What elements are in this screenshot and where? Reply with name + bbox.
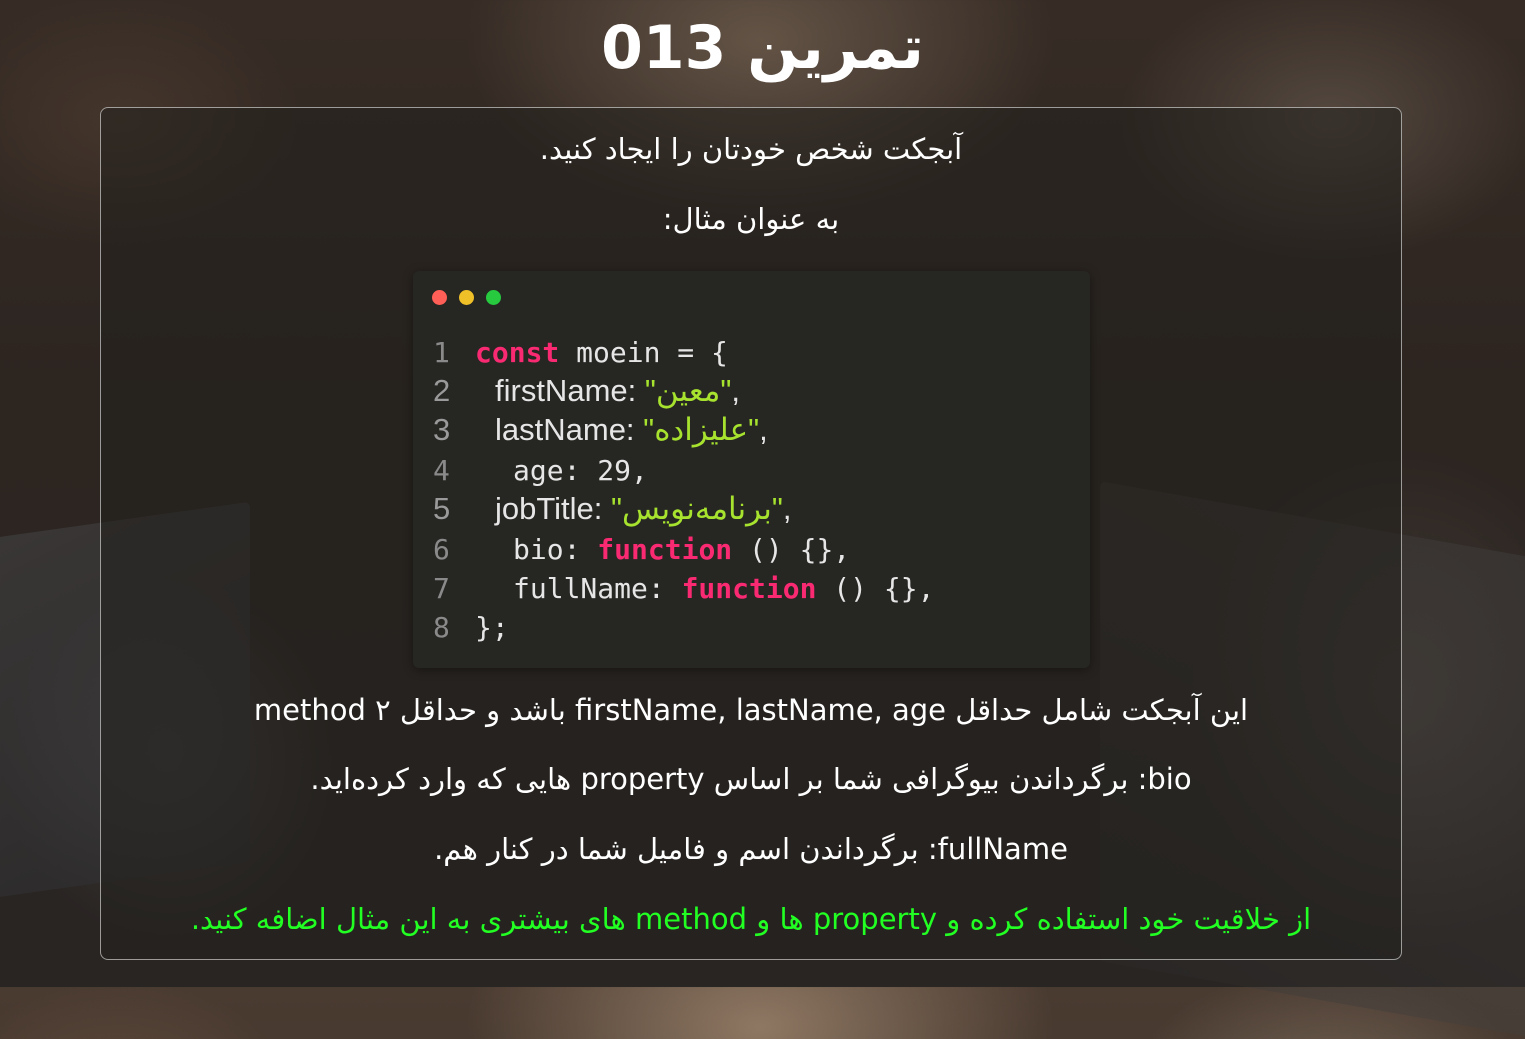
line-number: 8	[433, 611, 450, 644]
code-line-6: 6 bio: function () {},	[433, 530, 850, 569]
code-key: lastName:	[495, 412, 644, 447]
minimize-dot-icon	[459, 290, 474, 305]
line-number: 4	[433, 454, 450, 487]
code-text: moein = {	[559, 336, 728, 369]
code-window: 1 const moein = { 2 firstName: "معین", 3 la…	[413, 271, 1090, 668]
code-line-1: 1 const moein = {	[433, 333, 728, 372]
line-number: 1	[433, 336, 450, 369]
example-label: به عنوان مثال:	[662, 202, 840, 236]
code-line-8: 8};	[433, 608, 509, 647]
code-keyword: function	[681, 572, 817, 605]
line-number: 2	[433, 373, 451, 408]
close-dot-icon	[432, 290, 447, 305]
code-text: ,	[782, 491, 792, 526]
line-number: 5	[433, 491, 451, 526]
code-line-2: 2 firstName: "معین",	[433, 371, 740, 410]
code-key: fullName:	[513, 572, 682, 605]
code-text: () {},	[732, 533, 851, 566]
code-line-3: 3 lastName: "علیزاده",	[433, 410, 768, 449]
code-text: ,	[731, 373, 741, 408]
code-line-7: 7 fullName: function () {},	[433, 569, 934, 608]
fullname-description: fullName: برگرداندن اسم و فامیل شما در ک…	[434, 832, 1068, 866]
code-key: jobTitle:	[495, 491, 612, 526]
line-number: 3	[433, 412, 451, 447]
bio-description: bio: برگرداندن بیوگرافی شما بر اساس prop…	[310, 762, 1192, 796]
code-text: ,	[759, 412, 768, 447]
code-key: bio:	[513, 533, 598, 566]
code-line-4: 4 age: 29,	[433, 451, 648, 490]
page-title: تمرین 013	[601, 13, 924, 83]
creativity-note: از خلاقیت خود استفاده کرده و property ها…	[190, 902, 1312, 936]
line-number: 7	[433, 572, 450, 605]
code-string: "برنامه‌نویس"	[611, 491, 783, 526]
code-key: firstName:	[495, 373, 645, 408]
intro-text: آبجکت شخص خودتان را ایجاد کنید.	[539, 132, 963, 166]
code-line-5: 5 jobTitle: "برنامه‌نویس",	[433, 489, 792, 528]
requirement-text: این آبجکت شامل حداقل firstName, lastName…	[253, 693, 1249, 727]
code-text: age: 29,	[513, 454, 648, 487]
code-text: };	[475, 611, 509, 644]
code-keyword: function	[597, 533, 733, 566]
exercise-card: آبجکت شخص خودتان را ایجاد کنید. به عنوان…	[100, 107, 1402, 960]
code-text: () {},	[816, 572, 935, 605]
code-keyword: const	[475, 336, 560, 369]
code-string: "معین"	[644, 373, 732, 408]
code-string: "علیزاده"	[643, 412, 760, 447]
maximize-dot-icon	[486, 290, 501, 305]
line-number: 6	[433, 533, 450, 566]
